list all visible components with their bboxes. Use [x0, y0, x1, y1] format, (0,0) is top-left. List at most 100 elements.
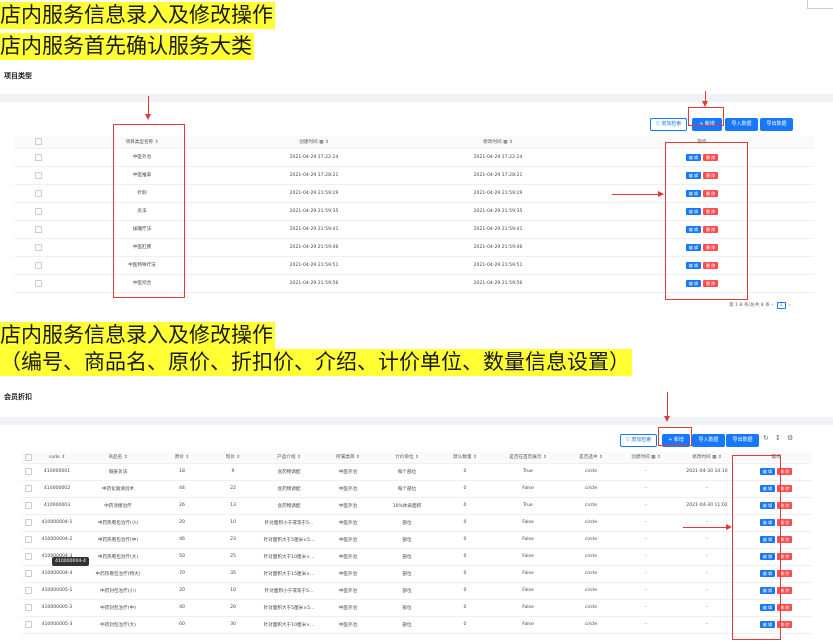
row-checkbox[interactable]	[24, 485, 32, 492]
setting-icon[interactable]: ⚙	[787, 434, 793, 442]
column-header: 操作	[590, 136, 814, 149]
edit-button[interactable]: 编 辑	[685, 225, 701, 233]
row-checkbox[interactable]	[24, 502, 32, 509]
delete-button[interactable]: 删 除	[777, 621, 793, 628]
new-button[interactable]: + 新增	[692, 118, 722, 131]
delete-button[interactable]: 删 除	[777, 502, 793, 509]
row-checkbox[interactable]	[34, 279, 42, 287]
row-checkbox[interactable]	[24, 553, 32, 560]
column-header[interactable]	[22, 452, 34, 464]
row-checkbox[interactable]	[24, 570, 32, 577]
next-page-icon[interactable]: ›	[789, 303, 791, 308]
row-checkbox[interactable]	[24, 519, 32, 526]
delete-button[interactable]: 删 除	[703, 261, 719, 269]
table-cell: 410000001	[34, 463, 80, 481]
add-search-button[interactable]: ▽ 增加检索	[650, 118, 687, 131]
table-cell: -	[618, 480, 674, 498]
row-checkbox[interactable]	[24, 621, 32, 628]
delete-button[interactable]: 删 除	[777, 553, 793, 560]
table-row: 410000003 中药涂擦治疗 26 13 含药物调配 中医外治 10%体表面积 0 True…	[22, 497, 812, 515]
export-button[interactable]: 导出数据	[726, 434, 759, 447]
table-cell: 2021-04-29 21:59:56	[222, 274, 406, 293]
edit-button[interactable]: 编 辑	[759, 604, 775, 611]
table-cell: -	[674, 565, 740, 583]
select-all-checkbox[interactable]	[34, 138, 42, 146]
edit-button[interactable]: 编 辑	[685, 153, 701, 161]
column-height-icon[interactable]: ↕	[775, 434, 781, 442]
table-cell: 2021-04-29 21:59:29	[406, 184, 590, 203]
select-all-checkbox[interactable]	[24, 453, 32, 461]
prev-page-icon[interactable]: ‹	[771, 303, 773, 308]
table-cell: 2021-04-29 17:22:24	[222, 148, 406, 167]
edit-button[interactable]: 编 辑	[685, 243, 701, 251]
table-row: 中医推拿 2021-04-29 17:28:21 2021-04-29 17:28:…	[14, 166, 814, 185]
row-checkbox[interactable]	[24, 468, 32, 475]
edit-button[interactable]: 编 辑	[759, 587, 775, 594]
delete-button[interactable]: 删 除	[703, 207, 719, 215]
delete-button[interactable]: 删 除	[777, 536, 793, 543]
edit-button[interactable]: 编 辑	[685, 279, 701, 287]
delete-button[interactable]: 删 除	[703, 243, 719, 251]
edit-button[interactable]: 编 辑	[759, 502, 775, 509]
delete-button[interactable]: 删 除	[777, 485, 793, 492]
row-checkbox[interactable]	[34, 171, 42, 179]
row-checkbox[interactable]	[34, 207, 42, 215]
table-cell: -	[674, 616, 740, 634]
row-checkbox[interactable]	[34, 225, 42, 233]
table-cell: 部位	[376, 582, 438, 600]
table-cell: 2021-04-29 21:59:41	[406, 220, 590, 239]
add-search-button[interactable]: ▽ 增加检索	[620, 434, 657, 447]
column-header[interactable]	[14, 136, 62, 149]
row-checkbox[interactable]	[24, 587, 32, 594]
table-cell: 中药封包治疗(中)	[80, 599, 156, 617]
operation-cell: 编 辑删 除	[740, 582, 812, 600]
edit-button[interactable]: 编 辑	[759, 519, 775, 526]
reload-icon[interactable]: ↻	[763, 434, 769, 442]
table-cell: circle	[564, 616, 618, 634]
import-button[interactable]: 导入数据	[692, 434, 725, 447]
row-checkbox[interactable]	[34, 189, 42, 197]
table-cell: 20	[156, 582, 208, 600]
section-title-member-discount: 会员折扣	[4, 393, 32, 401]
table-cell: -	[618, 531, 674, 549]
edit-button[interactable]: 编 辑	[759, 468, 775, 475]
export-button[interactable]: 导出数据	[760, 118, 793, 131]
row-checkbox[interactable]	[34, 261, 42, 269]
row-checkbox[interactable]	[24, 604, 32, 611]
page-number[interactable]: 1	[776, 302, 786, 309]
row-checkbox-cell	[22, 599, 34, 617]
column-header: 是否在首页展示 ⇕	[492, 452, 564, 464]
row-checkbox[interactable]	[34, 243, 42, 251]
edit-button[interactable]: 编 辑	[759, 621, 775, 628]
delete-button[interactable]: 删 除	[703, 153, 719, 161]
edit-button[interactable]: 编 辑	[759, 570, 775, 577]
table-cell: False	[492, 514, 564, 532]
delete-button[interactable]: 删 除	[777, 604, 793, 611]
edit-button[interactable]: 编 辑	[685, 189, 701, 197]
delete-button[interactable]: 删 除	[777, 587, 793, 594]
table-row: 410000005-3 中药封包治疗(大) 60 30 针对面积大于10厘米×... 中医…	[22, 616, 812, 634]
edit-button[interactable]: 编 辑	[685, 261, 701, 269]
row-checkbox[interactable]	[34, 153, 42, 161]
delete-button[interactable]: 删 除	[703, 189, 719, 197]
table-cell: -	[618, 582, 674, 600]
delete-button[interactable]: 删 除	[777, 519, 793, 526]
delete-button[interactable]: 删 除	[777, 468, 793, 475]
edit-button[interactable]: 编 辑	[759, 485, 775, 492]
table-cell: 2021-04-30 11:02	[674, 497, 740, 515]
edit-button[interactable]: 编 辑	[685, 171, 701, 179]
edit-button[interactable]: 编 辑	[759, 536, 775, 543]
edit-button[interactable]: 编 辑	[685, 207, 701, 215]
import-button[interactable]: 导入数据	[725, 118, 758, 131]
row-checkbox[interactable]	[24, 536, 32, 543]
delete-button[interactable]: 删 除	[703, 279, 719, 287]
delete-button[interactable]: 删 除	[777, 570, 793, 577]
annotation-arrow-line	[667, 392, 668, 416]
table-cell: 0	[438, 531, 492, 549]
edit-button[interactable]: 编 辑	[759, 553, 775, 560]
new-button[interactable]: + 新增	[662, 434, 690, 447]
delete-button[interactable]: 删 除	[703, 171, 719, 179]
delete-button[interactable]: 删 除	[703, 225, 719, 233]
table-row: 拔罐疗法 2021-04-29 21:59:41 2021-04-29 21:59:…	[14, 220, 814, 239]
table-cell: 针对面积小于或等于5...	[258, 514, 320, 532]
